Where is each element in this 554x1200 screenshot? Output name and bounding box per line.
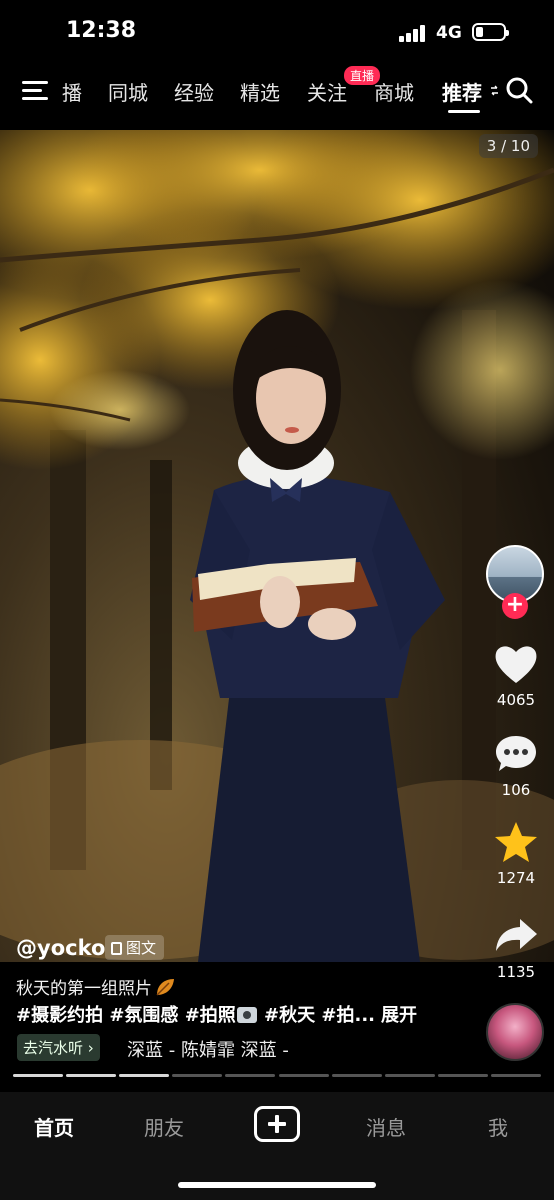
progress-segment bbox=[437, 1074, 488, 1077]
leaf-icon bbox=[156, 979, 174, 996]
progress-segment bbox=[384, 1074, 435, 1077]
battery-icon bbox=[472, 23, 509, 41]
favorite-count: 1274 bbox=[496, 869, 536, 887]
author-name[interactable]: @yocko bbox=[16, 936, 105, 960]
active-tab-indicator bbox=[448, 110, 480, 113]
heart-icon[interactable] bbox=[493, 643, 539, 685]
share-count: 1135 bbox=[496, 963, 536, 981]
star-icon[interactable] bbox=[493, 821, 539, 863]
tab-mall[interactable]: 商城 bbox=[374, 77, 414, 106]
share-icon[interactable] bbox=[493, 915, 539, 957]
home-indicator bbox=[178, 1182, 376, 1188]
progress-segment bbox=[225, 1074, 276, 1077]
post-type-badge: 图文 bbox=[105, 935, 165, 960]
bottom-nav: 首页 朋友 消息 我 bbox=[0, 1092, 554, 1200]
hashtag-text[interactable]: #摄影约拍 #氛围感 #拍照 bbox=[16, 1005, 236, 1026]
caption-text: 秋天的第一组照片 bbox=[16, 979, 152, 999]
menu-icon[interactable] bbox=[22, 80, 48, 102]
tab-experience[interactable]: 经验 bbox=[174, 77, 214, 106]
music-track[interactable]: 深蓝 - 陈婧霏 深蓝 - bbox=[127, 1036, 289, 1062]
expand-button[interactable]: 展开 bbox=[381, 1001, 417, 1027]
image-progress bbox=[13, 1074, 541, 1078]
music-app-label: 去汽水听 bbox=[23, 1039, 84, 1057]
comment-icon[interactable] bbox=[493, 733, 539, 775]
switch-arrows-icon bbox=[491, 85, 498, 96]
like-count: 4065 bbox=[496, 691, 536, 709]
tab-following[interactable]: 关注 bbox=[307, 77, 347, 106]
photo-illustration bbox=[0, 130, 554, 962]
chevron-right-icon: › bbox=[83, 1039, 94, 1057]
hashtag-text-more[interactable]: #秋天 #拍... bbox=[258, 1005, 375, 1026]
network-type: 4G bbox=[436, 23, 462, 43]
post-caption: 秋天的第一组照片 bbox=[16, 974, 176, 999]
nav-messages[interactable]: 消息 bbox=[366, 1112, 406, 1141]
status-bar: 12:38 4G bbox=[0, 0, 554, 66]
create-button[interactable] bbox=[254, 1106, 300, 1142]
document-icon bbox=[111, 942, 122, 955]
camera-icon bbox=[236, 1007, 257, 1023]
progress-segment bbox=[66, 1074, 117, 1077]
progress-segment bbox=[172, 1074, 223, 1077]
post-type-label: 图文 bbox=[126, 939, 157, 957]
tab-local[interactable]: 同城 bbox=[108, 77, 148, 106]
hashtags[interactable]: #摄影约拍 #氛围感 #拍照 #秋天 #拍... bbox=[16, 1001, 375, 1027]
tab-live[interactable]: 播 bbox=[62, 77, 82, 106]
comment-count: 106 bbox=[501, 781, 531, 799]
progress-segment bbox=[119, 1074, 170, 1077]
nav-me[interactable]: 我 bbox=[488, 1112, 508, 1141]
status-time: 12:38 bbox=[66, 18, 137, 43]
progress-segment bbox=[331, 1074, 382, 1077]
search-icon[interactable] bbox=[505, 76, 533, 104]
top-nav: 播 同城 经验 精选 关注 直播 商城 推荐 bbox=[0, 66, 554, 130]
tab-featured[interactable]: 精选 bbox=[240, 77, 280, 106]
image-page-counter: 3 / 10 bbox=[478, 134, 538, 158]
music-app-link[interactable]: 去汽水听 › bbox=[17, 1034, 100, 1061]
follow-button[interactable]: + bbox=[502, 593, 528, 619]
nav-friends[interactable]: 朋友 bbox=[144, 1112, 184, 1141]
music-disc-avatar[interactable] bbox=[486, 1003, 544, 1061]
signal-icon bbox=[399, 24, 427, 42]
progress-segment bbox=[13, 1074, 64, 1077]
progress-segment bbox=[490, 1074, 541, 1077]
progress-segment bbox=[278, 1074, 329, 1077]
nav-home[interactable]: 首页 bbox=[34, 1112, 74, 1141]
tab-recommended[interactable]: 推荐 bbox=[442, 77, 482, 106]
post-photo[interactable] bbox=[0, 130, 554, 962]
